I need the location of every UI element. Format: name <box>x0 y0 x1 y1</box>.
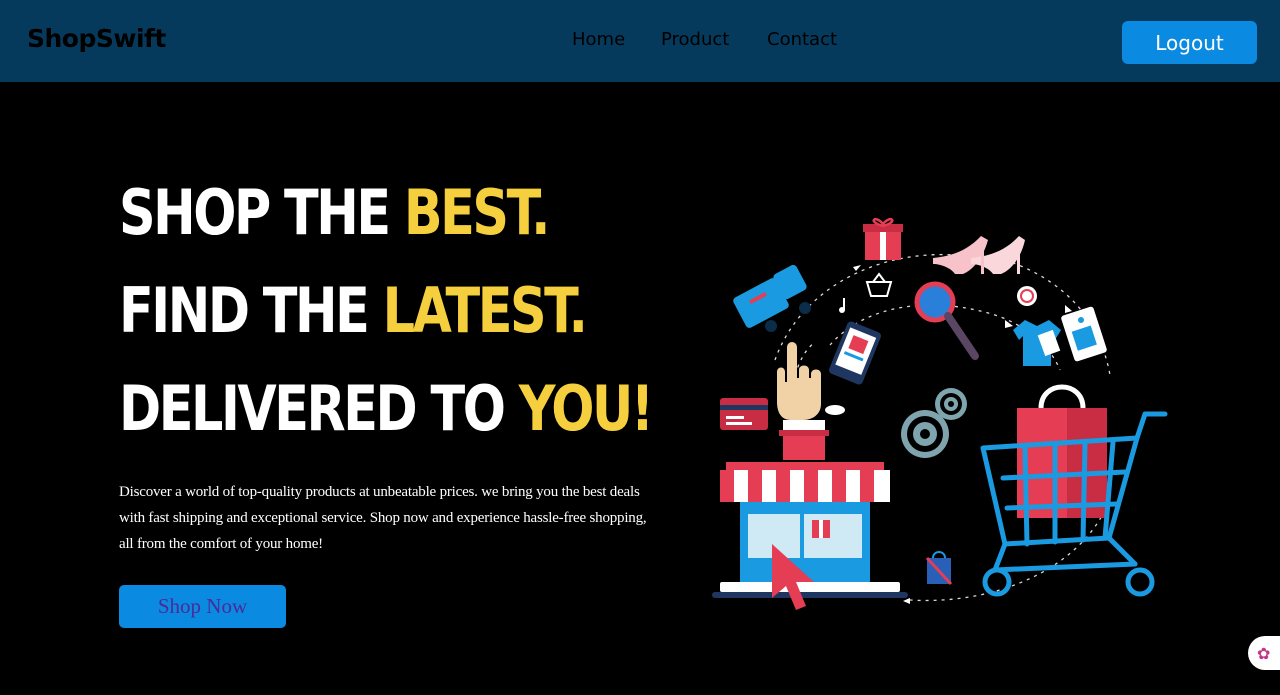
nav-link-product[interactable]: Product <box>661 29 729 50</box>
brand-logo[interactable]: ShopSwift <box>27 24 166 53</box>
hero-headline-line-2: FIND THE LATEST. <box>119 280 588 342</box>
logout-button[interactable]: Logout <box>1122 21 1257 64</box>
hero-headline-line-1: SHOP THE BEST. <box>119 182 550 244</box>
shop-now-button[interactable]: Shop Now <box>119 585 286 628</box>
hero-line-3-text: DELIVERED TO <box>119 372 519 445</box>
assistant-widget[interactable]: ✿ <box>1248 636 1280 670</box>
shopping-cart-illustration <box>712 217 1168 610</box>
nav-link-contact[interactable]: Contact <box>767 29 837 50</box>
nav-link-home[interactable]: Home <box>572 29 625 50</box>
hero-line-2-accent: LATEST. <box>382 274 588 347</box>
brain-icon: ✿ <box>1257 644 1271 663</box>
hero-description: Discover a world of top-quality products… <box>119 484 647 552</box>
navbar: ShopSwift Home Product Contact Logout <box>0 0 1280 82</box>
hero-headline-line-3: DELIVERED TO YOU! <box>119 378 654 440</box>
hero-line-1-accent: BEST. <box>403 176 551 249</box>
hero-line-1-text: SHOP THE <box>119 176 404 249</box>
hero-line-3-accent: YOU! <box>518 372 654 445</box>
hero-line-2-text: FIND THE <box>119 274 383 347</box>
